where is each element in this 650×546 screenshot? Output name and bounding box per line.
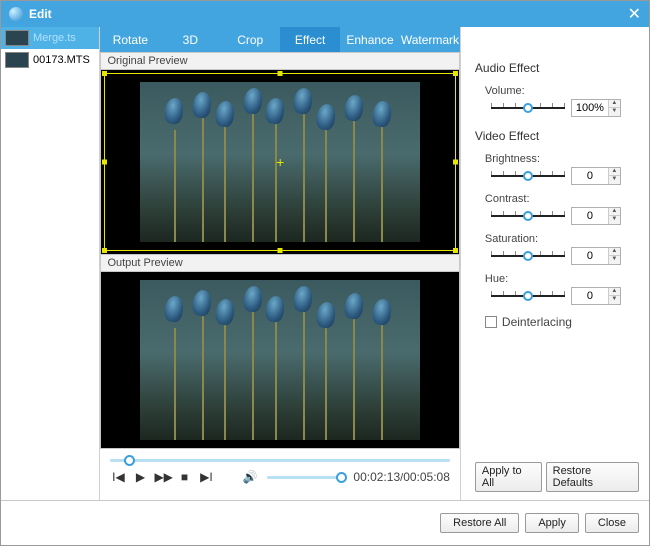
saturation-spinner[interactable]: 0 ▲▼	[571, 247, 621, 265]
timecode: 00:02:13/00:05:08	[353, 470, 450, 484]
brightness-slider[interactable]	[491, 167, 565, 185]
sidebar-item-00173[interactable]: 00173.MTS	[1, 49, 99, 71]
apply-to-all-button[interactable]: Apply to All	[475, 462, 542, 492]
deinterlacing-label: Deinterlacing	[502, 315, 572, 329]
spin-down-icon[interactable]: ▼	[609, 216, 620, 224]
window-title: Edit	[29, 7, 628, 21]
sidebar-item-label: Merge.ts	[33, 32, 76, 44]
video-effect-heading: Video Effect	[475, 129, 639, 143]
sidebar-item-label: 00173.MTS	[33, 54, 90, 66]
spin-down-icon[interactable]: ▼	[609, 256, 620, 264]
seek-thumb[interactable]	[124, 455, 135, 466]
dialog-footer: Restore All Apply Close	[1, 500, 649, 545]
close-button[interactable]: Close	[585, 513, 639, 533]
contrast-slider[interactable]	[491, 207, 565, 225]
thumbnail-icon	[5, 52, 29, 68]
titlebar: Edit ✕	[1, 1, 649, 27]
tab-enhance[interactable]: Enhance	[340, 27, 400, 52]
spin-down-icon[interactable]: ▼	[609, 108, 620, 116]
app-logo-icon	[9, 7, 23, 21]
hue-slider[interactable]	[491, 287, 565, 305]
volume-slider[interactable]	[267, 476, 347, 479]
volume-effect-slider[interactable]	[491, 99, 565, 117]
play-button[interactable]: ▶	[132, 470, 148, 484]
thumbnail-icon	[5, 30, 29, 46]
output-preview	[100, 272, 459, 448]
tab-3d[interactable]: 3D	[160, 27, 220, 52]
hue-spinner[interactable]: 0 ▲▼	[571, 287, 621, 305]
hue-label: Hue:	[485, 273, 639, 285]
restore-all-button[interactable]: Restore All	[440, 513, 519, 533]
tab-watermark[interactable]: Watermark	[400, 27, 460, 52]
transport-bar: I◀ ▶ ▶▶ ■ ▶I 🔊 00:02:13/00:05:08	[100, 448, 459, 490]
edit-tabs: Rotate 3D Crop Effect Enhance Watermark	[100, 27, 459, 52]
tab-effect[interactable]: Effect	[280, 27, 340, 52]
tab-crop[interactable]: Crop	[220, 27, 280, 52]
sidebar-item-merge[interactable]: Merge.ts	[1, 27, 99, 49]
spin-up-icon[interactable]: ▲	[609, 168, 620, 176]
video-frame	[140, 82, 420, 242]
output-preview-label: Output Preview	[100, 254, 459, 272]
prev-button[interactable]: I◀	[110, 470, 126, 484]
spin-up-icon[interactable]: ▲	[609, 100, 620, 108]
next-button[interactable]: ▶I	[198, 470, 214, 484]
restore-defaults-button[interactable]: Restore Defaults	[546, 462, 639, 492]
fast-forward-button[interactable]: ▶▶	[154, 470, 170, 484]
saturation-label: Saturation:	[485, 233, 639, 245]
original-preview-label: Original Preview	[100, 52, 459, 70]
deinterlacing-checkbox[interactable]	[485, 316, 497, 328]
spin-up-icon[interactable]: ▲	[609, 248, 620, 256]
spin-up-icon[interactable]: ▲	[609, 288, 620, 296]
close-icon[interactable]: ✕	[628, 4, 641, 24]
volume-label: Volume:	[485, 85, 639, 97]
brightness-spinner[interactable]: 0 ▲▼	[571, 167, 621, 185]
effects-panel: Audio Effect Volume: 100% ▲▼ Video Effec…	[460, 27, 649, 500]
stop-button[interactable]: ■	[176, 470, 192, 484]
file-sidebar: Merge.ts 00173.MTS	[1, 27, 100, 500]
spin-down-icon[interactable]: ▼	[609, 296, 620, 304]
volume-icon[interactable]: 🔊	[242, 470, 257, 484]
spin-down-icon[interactable]: ▼	[609, 176, 620, 184]
apply-button[interactable]: Apply	[525, 513, 579, 533]
brightness-label: Brightness:	[485, 153, 639, 165]
original-preview: +	[100, 70, 459, 254]
volume-thumb[interactable]	[336, 472, 347, 483]
spin-up-icon[interactable]: ▲	[609, 208, 620, 216]
contrast-spinner[interactable]: 0 ▲▼	[571, 207, 621, 225]
video-frame	[140, 280, 420, 440]
saturation-slider[interactable]	[491, 247, 565, 265]
seek-slider[interactable]	[110, 459, 449, 462]
contrast-label: Contrast:	[485, 193, 639, 205]
audio-effect-heading: Audio Effect	[475, 61, 639, 75]
volume-spinner[interactable]: 100% ▲▼	[571, 99, 621, 117]
tab-rotate[interactable]: Rotate	[100, 27, 160, 52]
